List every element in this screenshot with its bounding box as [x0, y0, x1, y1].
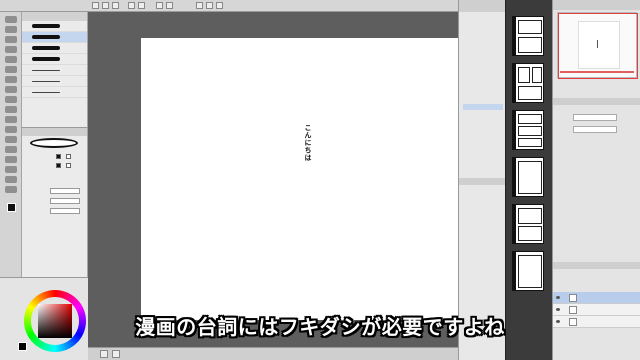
brush-row[interactable]: [22, 87, 87, 98]
page-list-icon[interactable]: [100, 350, 108, 358]
fill-color-swatch[interactable]: [66, 163, 71, 168]
canvas-area: こんにちは: [88, 12, 459, 347]
layer-panel-header: [553, 262, 640, 269]
transform-icon[interactable]: [166, 2, 173, 9]
brush-row[interactable]: [22, 54, 87, 65]
navigator-preview[interactable]: [557, 12, 638, 79]
video-caption: 漫画の台詞にはフキダシが必要ですよね: [0, 312, 640, 342]
snap-icon[interactable]: [196, 2, 203, 9]
right-panels: [552, 0, 640, 360]
caption-text: 漫画の台詞にはフキダシが必要ですよね: [135, 315, 505, 339]
brush-row[interactable]: [22, 76, 87, 87]
navigator-page: [578, 21, 620, 69]
move-icon[interactable]: [5, 26, 17, 33]
decoration-icon[interactable]: [5, 126, 17, 133]
fill-icon[interactable]: [5, 156, 17, 163]
navigator-header: [553, 0, 640, 10]
frame-template-thumb[interactable]: [512, 204, 544, 244]
eraser-icon[interactable]: [5, 136, 17, 143]
thickness-field[interactable]: [50, 198, 80, 204]
sub-tool-panel: [22, 12, 88, 127]
zoom-slider[interactable]: [560, 71, 634, 73]
story-icon[interactable]: [112, 350, 120, 358]
brush-stroke-preview: [32, 92, 60, 93]
material-panel: [458, 0, 506, 360]
figure-icon[interactable]: [5, 176, 17, 183]
brush-row-selected[interactable]: [22, 32, 87, 43]
property-header: [553, 98, 640, 105]
ruler-icon[interactable]: [206, 2, 213, 9]
blend-icon[interactable]: [5, 146, 17, 153]
brush-row[interactable]: [22, 21, 87, 32]
brush-stroke-preview: [32, 81, 60, 82]
frame-template-thumb[interactable]: [512, 110, 544, 150]
brush-stroke-preview: [32, 35, 60, 39]
sub-tool-tabs[interactable]: [22, 12, 87, 21]
gradient-icon[interactable]: [5, 166, 17, 173]
layer-row-balloon[interactable]: [553, 292, 640, 304]
current-color-swatch[interactable]: [18, 342, 27, 351]
material-divider: [459, 178, 506, 185]
magnifier-icon[interactable]: [5, 16, 17, 23]
brush-icon[interactable]: [5, 106, 17, 113]
canvas-bottom-bar: [88, 347, 458, 360]
selection-icon[interactable]: [5, 56, 17, 63]
layer-thumb: [569, 294, 577, 302]
font-field[interactable]: [573, 114, 617, 121]
balloon-preview: [30, 138, 78, 148]
material-thumbnails: [505, 0, 552, 360]
tool-property-header: [22, 128, 87, 136]
text-color-field[interactable]: [573, 126, 617, 133]
clear-icon[interactable]: [156, 2, 163, 9]
brush-stroke-preview: [32, 24, 60, 28]
manga-page[interactable]: こんにちは: [141, 38, 459, 320]
frame-template-thumb[interactable]: [512, 251, 544, 291]
brush-row[interactable]: [22, 65, 87, 76]
new-icon[interactable]: [92, 2, 99, 9]
redo-icon[interactable]: [138, 2, 145, 9]
frame-template-thumb[interactable]: [512, 157, 544, 197]
clip-studio-window: こんにちは 漫画の台詞にはフキダシが必要ですよね: [0, 0, 640, 360]
line-color-swatch[interactable]: [56, 163, 61, 168]
frame-template-thumb[interactable]: [512, 63, 544, 103]
anti-alias-field[interactable]: [50, 208, 80, 214]
frame-template-thumb[interactable]: [512, 16, 544, 56]
material-tabs[interactable]: [459, 0, 505, 12]
operation-icon[interactable]: [5, 36, 17, 43]
eye-icon[interactable]: [556, 308, 560, 311]
airbrush-icon[interactable]: [5, 116, 17, 123]
tool-property-panel: [22, 127, 88, 277]
pencil-icon[interactable]: [5, 96, 17, 103]
open-icon[interactable]: [102, 2, 109, 9]
frame-icon[interactable]: [5, 186, 17, 193]
brush-stroke-preview: [32, 46, 60, 50]
save-icon[interactable]: [112, 2, 119, 9]
auto-select-icon[interactable]: [5, 66, 17, 73]
main-color-swatch[interactable]: [7, 203, 16, 212]
grid-icon[interactable]: [216, 2, 223, 9]
width-field[interactable]: [50, 188, 80, 194]
brush-stroke-preview: [32, 70, 60, 71]
vertical-text[interactable]: こんにちは: [303, 124, 313, 162]
undo-icon[interactable]: [128, 2, 135, 9]
pen-icon[interactable]: [5, 86, 17, 93]
fill-color-swatch[interactable]: [66, 154, 71, 159]
material-tree-item-selected[interactable]: [463, 104, 503, 110]
brush-stroke-preview: [32, 57, 60, 61]
eye-icon[interactable]: [556, 296, 560, 299]
line-color-swatch[interactable]: [56, 154, 61, 159]
brush-row[interactable]: [22, 43, 87, 54]
eyedropper-icon[interactable]: [5, 76, 17, 83]
move-layer-icon[interactable]: [5, 46, 17, 53]
